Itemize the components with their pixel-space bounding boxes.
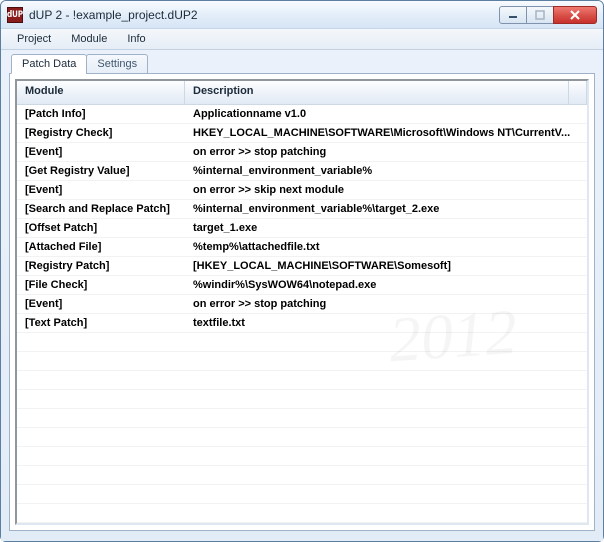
cell-module: [Offset Patch] xyxy=(17,222,185,234)
cell-description: Applicationname v1.0 xyxy=(185,108,587,120)
table-row xyxy=(17,428,587,447)
cell-description: %internal_environment_variable%\target_2… xyxy=(185,203,587,215)
cell-description: target_1.exe xyxy=(185,222,587,234)
close-button[interactable] xyxy=(553,6,597,24)
window-controls xyxy=(500,6,597,24)
table-row[interactable]: [Registry Patch][HKEY_LOCAL_MACHINE\SOFT… xyxy=(17,257,587,276)
minimize-icon xyxy=(508,10,518,20)
table-row xyxy=(17,409,587,428)
titlebar[interactable]: dUP dUP 2 - !example_project.dUP2 xyxy=(1,1,603,29)
table-row[interactable]: [Get Registry Value]%internal_environmen… xyxy=(17,162,587,181)
app-icon: dUP xyxy=(7,7,23,23)
cell-module: [Text Patch] xyxy=(17,317,185,329)
table-row[interactable]: [Event]on error >> stop patching xyxy=(17,295,587,314)
table-row[interactable]: [Text Patch]textfile.txt xyxy=(17,314,587,333)
menubar: Project Module Info xyxy=(1,29,603,50)
listview-header: Module Description xyxy=(17,81,587,105)
cell-description: textfile.txt xyxy=(185,317,587,329)
cell-module: [Registry Check] xyxy=(17,127,185,139)
table-row[interactable]: [Search and Replace Patch]%internal_envi… xyxy=(17,200,587,219)
cell-module: [Registry Patch] xyxy=(17,260,185,272)
client-area: Patch Data Settings 2012 Module Descript… xyxy=(1,50,603,541)
cell-module: [Event] xyxy=(17,184,185,196)
table-row[interactable]: [Registry Check]HKEY_LOCAL_MACHINE\SOFTW… xyxy=(17,124,587,143)
cell-module: [Search and Replace Patch] xyxy=(17,203,185,215)
menu-info[interactable]: Info xyxy=(117,31,155,47)
table-row[interactable]: [Event]on error >> skip next module xyxy=(17,181,587,200)
cell-description: %windir%\SysWOW64\notepad.exe xyxy=(185,279,587,291)
table-row xyxy=(17,371,587,390)
minimize-button[interactable] xyxy=(499,6,527,24)
table-row xyxy=(17,485,587,504)
cell-description: HKEY_LOCAL_MACHINE\SOFTWARE\Microsoft\Wi… xyxy=(185,127,587,139)
cell-description: on error >> stop patching xyxy=(185,146,587,158)
table-row[interactable]: [Offset Patch]target_1.exe xyxy=(17,219,587,238)
table-row xyxy=(17,333,587,352)
tabstrip: Patch Data Settings xyxy=(9,52,595,74)
table-row xyxy=(17,466,587,485)
cell-module: [Event] xyxy=(17,146,185,158)
column-header-description[interactable]: Description xyxy=(185,81,569,104)
column-header-padding xyxy=(569,81,587,104)
window-title: dUP 2 - !example_project.dUP2 xyxy=(29,8,500,22)
table-row xyxy=(17,390,587,409)
cell-description: on error >> skip next module xyxy=(185,184,587,196)
table-row xyxy=(17,504,587,523)
table-row[interactable]: [File Check]%windir%\SysWOW64\notepad.ex… xyxy=(17,276,587,295)
maximize-icon xyxy=(535,10,545,20)
menu-project[interactable]: Project xyxy=(7,31,61,47)
cell-description: on error >> stop patching xyxy=(185,298,587,310)
listview-body[interactable]: [Patch Info]Applicationname v1.0[Registr… xyxy=(17,105,587,523)
cell-module: [Attached File] xyxy=(17,241,185,253)
table-row[interactable]: [Attached File]%temp%\attachedfile.txt xyxy=(17,238,587,257)
table-row xyxy=(17,352,587,371)
menu-module[interactable]: Module xyxy=(61,31,117,47)
app-window: dUP dUP 2 - !example_project.dUP2 Projec… xyxy=(0,0,604,542)
tab-panel: 2012 Module Description [Patch Info]Appl… xyxy=(9,73,595,531)
tab-settings[interactable]: Settings xyxy=(86,54,148,74)
cell-description: %internal_environment_variable% xyxy=(185,165,587,177)
cell-module: [Event] xyxy=(17,298,185,310)
table-row[interactable]: [Event]on error >> stop patching xyxy=(17,143,587,162)
cell-description: %temp%\attachedfile.txt xyxy=(185,241,587,253)
cell-module: [File Check] xyxy=(17,279,185,291)
cell-module: [Patch Info] xyxy=(17,108,185,120)
table-row[interactable]: [Patch Info]Applicationname v1.0 xyxy=(17,105,587,124)
table-row xyxy=(17,447,587,466)
column-header-module[interactable]: Module xyxy=(17,81,185,104)
panel-inner: 2012 Module Description [Patch Info]Appl… xyxy=(10,74,594,530)
close-icon xyxy=(570,10,580,20)
cell-module: [Get Registry Value] xyxy=(17,165,185,177)
cell-description: [HKEY_LOCAL_MACHINE\SOFTWARE\Somesoft] xyxy=(185,260,587,272)
tab-patch-data[interactable]: Patch Data xyxy=(11,54,87,74)
module-listview[interactable]: 2012 Module Description [Patch Info]Appl… xyxy=(15,79,589,525)
maximize-button[interactable] xyxy=(526,6,554,24)
